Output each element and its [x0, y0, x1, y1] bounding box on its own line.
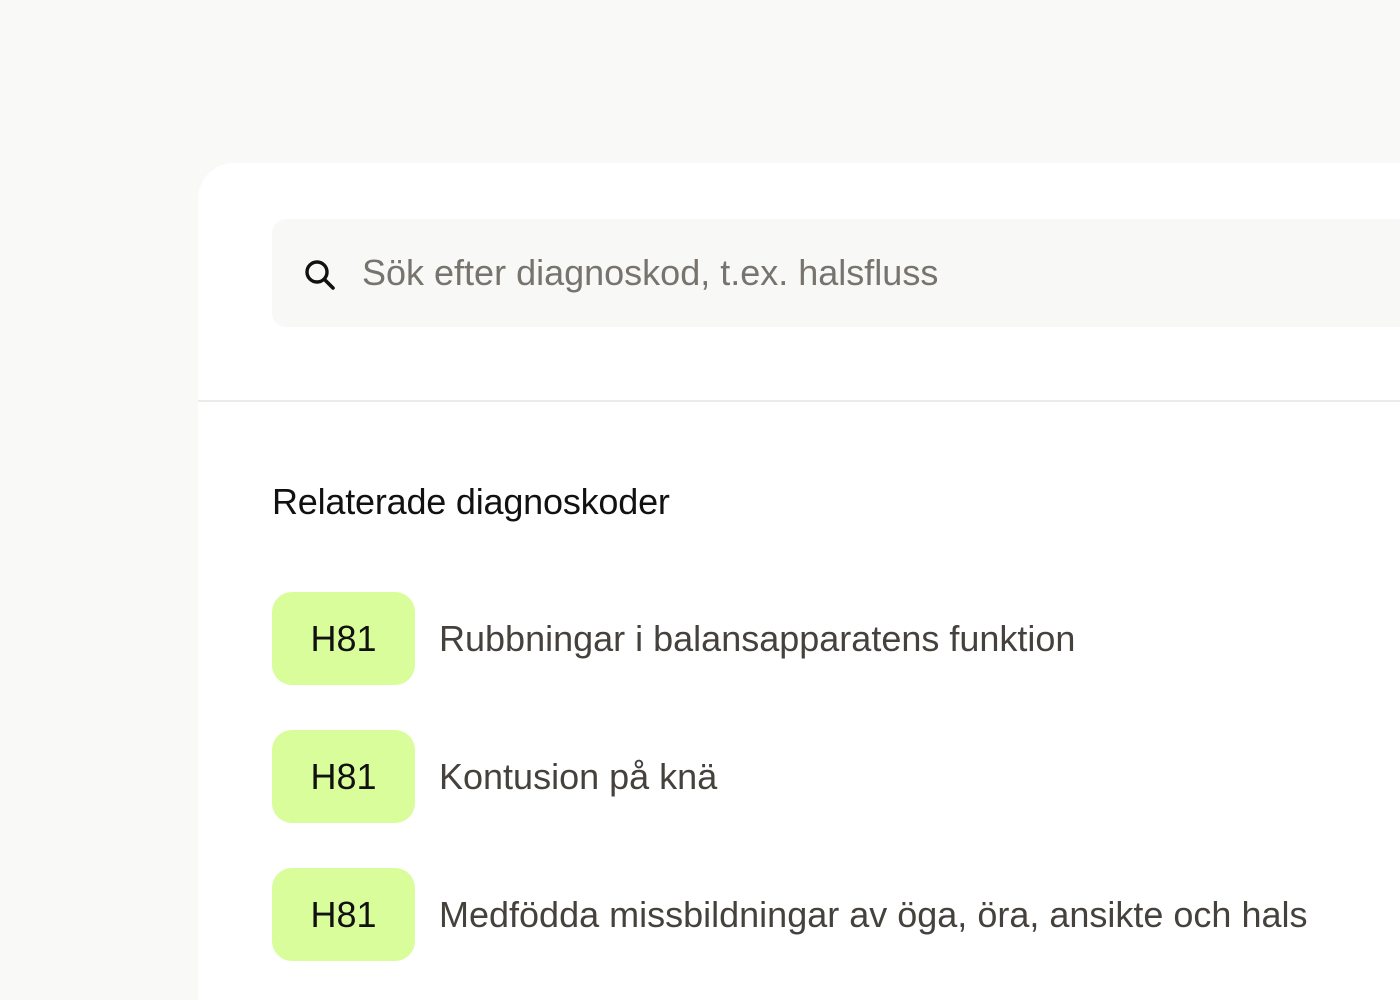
code-description: Rubbningar i balansapparatens funktion [439, 617, 1076, 659]
code-badge: H81 [272, 730, 415, 823]
code-badge: H81 [272, 868, 415, 961]
code-badge: H81 [272, 592, 415, 685]
list-item[interactable]: H81 Rubbningar i balansapparatens funkti… [272, 592, 1308, 685]
code-description: Kontusion på knä [439, 755, 718, 797]
list-item[interactable]: H81 Kontusion på knä [272, 730, 1308, 823]
search-icon [305, 260, 335, 290]
divider [198, 400, 1400, 402]
related-codes-list: H81 Rubbningar i balansapparatens funkti… [272, 592, 1308, 1000]
search-bar[interactable] [272, 219, 1400, 327]
section-title: Relaterade diagnoskoder [272, 481, 670, 522]
list-item[interactable]: H81 Medfödda missbildningar av öga, öra,… [272, 868, 1308, 961]
search-input[interactable] [362, 243, 1362, 303]
code-description: Medfödda missbildningar av öga, öra, ans… [439, 893, 1308, 935]
diagnosis-search-card: Relaterade diagnoskoder H81 Rubbningar i… [198, 163, 1400, 1000]
